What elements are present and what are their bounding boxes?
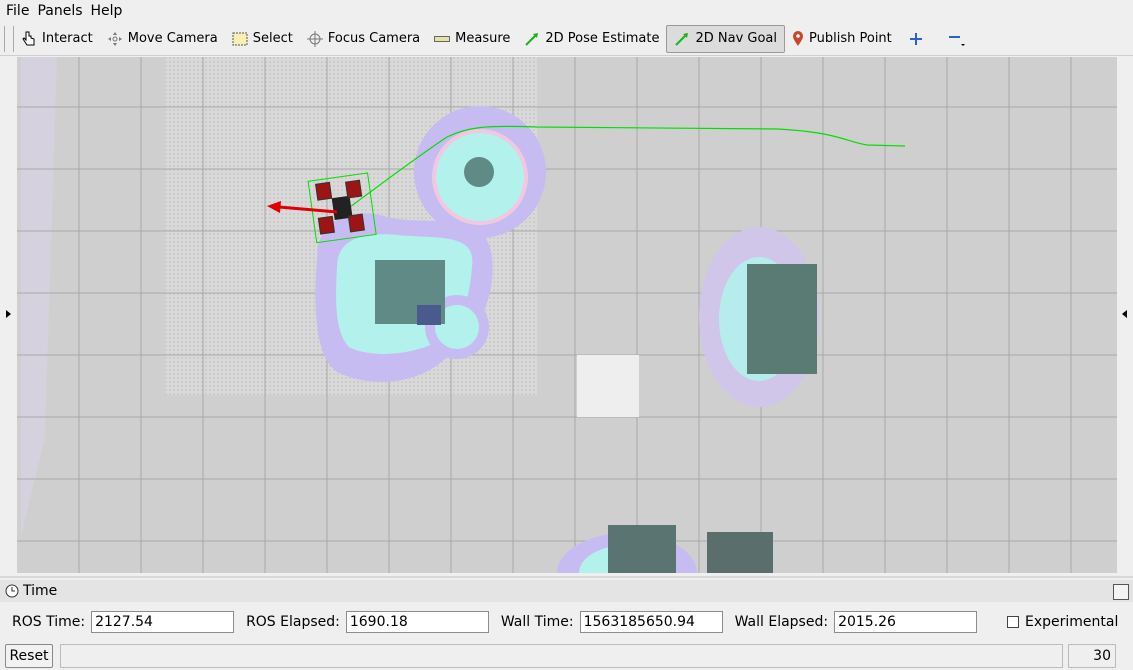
fps-indicator: 30 fps bbox=[1068, 644, 1116, 668]
obstacle-bottom-left bbox=[608, 525, 676, 573]
clock-icon bbox=[5, 584, 19, 598]
tool-measure-label: Measure bbox=[455, 31, 511, 46]
left-dock-collapse[interactable] bbox=[0, 57, 17, 573]
undock-panel-button[interactable] bbox=[1113, 584, 1129, 600]
menu-help[interactable]: Help bbox=[87, 0, 127, 22]
time-panel-title: Time bbox=[23, 583, 58, 599]
move-arrows-icon bbox=[107, 31, 122, 46]
time-panel-header: Time bbox=[0, 580, 1133, 602]
focus-crosshair-icon bbox=[306, 30, 323, 47]
expand-right-icon bbox=[1122, 310, 1127, 318]
tool-interact[interactable]: Interact bbox=[14, 25, 100, 53]
rviz-window: File Panels Help Interact Move Camera Se… bbox=[0, 0, 1133, 670]
select-rectangle-icon bbox=[232, 32, 248, 45]
plus-icon bbox=[909, 32, 922, 45]
status-message bbox=[60, 644, 1063, 668]
menu-file[interactable]: File bbox=[2, 0, 33, 22]
hand-pointer-icon bbox=[22, 31, 35, 45]
obstacle-round bbox=[464, 157, 494, 187]
tool-focus-camera[interactable]: Focus Camera bbox=[300, 25, 427, 53]
reset-button[interactable]: Reset bbox=[5, 644, 53, 668]
experimental-label: Experimental bbox=[1025, 614, 1119, 630]
menu-bar: File Panels Help bbox=[0, 0, 1133, 22]
tool-move-camera[interactable]: Move Camera bbox=[100, 25, 225, 53]
wall-time-label: Wall Time: bbox=[500, 614, 574, 630]
wall-elapsed-label: Wall Elapsed: bbox=[734, 614, 829, 630]
green-arrow-icon bbox=[525, 32, 539, 46]
time-fields-row: ROS Time: 2127.54 ROS Elapsed: 1690.18 W… bbox=[0, 610, 1133, 634]
tool-interact-label: Interact bbox=[42, 31, 93, 46]
green-arrow-icon bbox=[675, 32, 689, 46]
ruler-icon bbox=[434, 35, 451, 42]
status-bar: Reset 30 fps bbox=[0, 642, 1133, 670]
wall-elapsed-field[interactable]: 2015.26 bbox=[834, 611, 978, 633]
tool-2d-nav-goal-label: 2D Nav Goal bbox=[695, 31, 778, 46]
map-render bbox=[17, 57, 1117, 573]
expand-left-icon bbox=[6, 310, 11, 318]
ros-time-label: ROS Time: bbox=[12, 614, 86, 630]
tools-toolbar: Interact Move Camera Select Focus Camera… bbox=[0, 22, 1133, 56]
tool-2d-pose-estimate-label: 2D Pose Estimate bbox=[545, 31, 660, 46]
edge-inflation-strip bbox=[21, 57, 57, 537]
tool-2d-pose-estimate[interactable]: 2D Pose Estimate bbox=[517, 25, 666, 53]
remove-tool-button[interactable] bbox=[938, 25, 981, 53]
robot-wheel bbox=[315, 181, 333, 201]
wall-time-field[interactable]: 1563185650.94 bbox=[579, 611, 723, 633]
add-tool-button[interactable] bbox=[899, 25, 938, 53]
tool-2d-nav-goal[interactable]: 2D Nav Goal bbox=[666, 24, 786, 53]
toolbar-grip[interactable] bbox=[4, 25, 14, 52]
tool-move-camera-label: Move Camera bbox=[127, 31, 218, 46]
obstacle-bottom-right bbox=[707, 532, 773, 573]
obstacle-box-center-dark bbox=[417, 305, 441, 325]
ros-time-field[interactable]: 2127.54 bbox=[91, 611, 235, 633]
tool-select-label: Select bbox=[252, 31, 293, 46]
experimental-toggle[interactable]: Experimental bbox=[1007, 614, 1118, 630]
obstacle-box-right bbox=[747, 264, 817, 374]
ros-elapsed-label: ROS Elapsed: bbox=[246, 614, 340, 630]
tool-publish-point-label: Publish Point bbox=[809, 31, 892, 46]
map-pin-icon bbox=[793, 30, 804, 46]
robot-wheel bbox=[345, 179, 363, 199]
minus-icon bbox=[948, 35, 965, 46]
robot-wheel bbox=[347, 213, 365, 233]
3d-render-viewport[interactable] bbox=[17, 57, 1117, 573]
menu-panels[interactable]: Panels bbox=[33, 0, 86, 22]
robot-wheel bbox=[317, 215, 336, 235]
experimental-checkbox[interactable] bbox=[1007, 616, 1019, 628]
white-tile bbox=[577, 355, 639, 417]
right-dock-collapse[interactable] bbox=[1117, 57, 1133, 573]
tool-focus-camera-label: Focus Camera bbox=[327, 31, 421, 46]
ros-elapsed-field[interactable]: 1690.18 bbox=[345, 611, 489, 633]
tool-select[interactable]: Select bbox=[225, 25, 300, 53]
tool-publish-point[interactable]: Publish Point bbox=[785, 25, 899, 53]
tool-measure[interactable]: Measure bbox=[427, 25, 517, 53]
time-panel: Time ROS Time: 2127.54 ROS Elapsed: 1690… bbox=[0, 576, 1133, 640]
